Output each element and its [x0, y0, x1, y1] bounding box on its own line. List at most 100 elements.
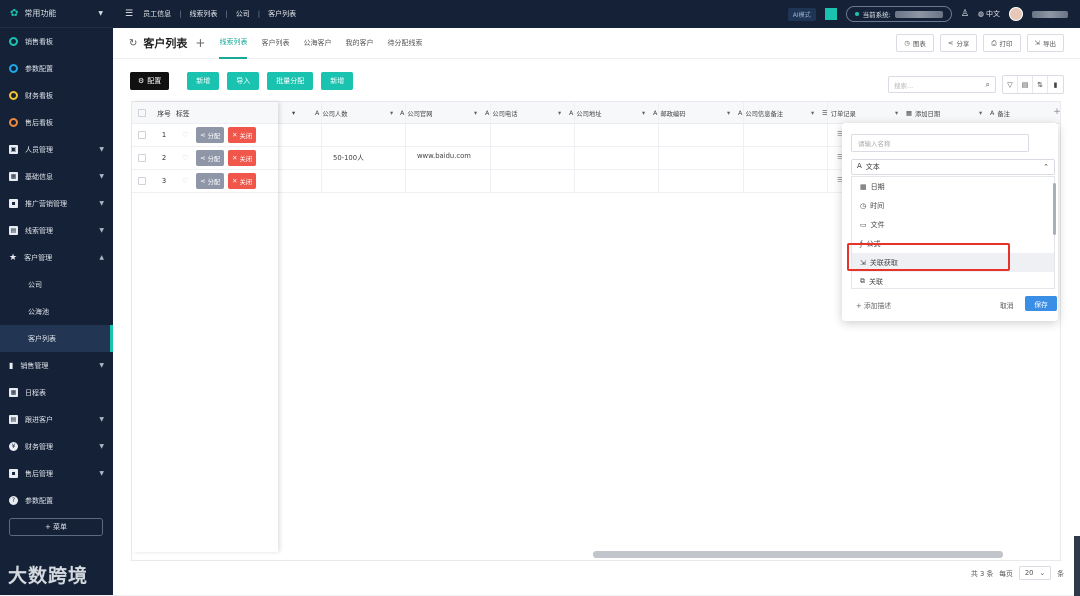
col-header-info-note[interactable]: A 公司信息备注 [738, 102, 783, 124]
add-menu-button[interactable]: + 菜单 [9, 518, 103, 536]
chevron-up-icon: ⌃ [1043, 163, 1049, 171]
add-column-icon[interactable]: + [1048, 101, 1066, 123]
sidebar-item-sales-board[interactable]: 销售看板 [0, 28, 113, 55]
horizontal-scrollbar[interactable] [593, 551, 1003, 558]
breadcrumb-item[interactable]: 公司 [236, 9, 250, 19]
option-time[interactable]: ◷ 时间 [852, 196, 1054, 215]
import-button[interactable]: 导入 [227, 72, 260, 90]
option-file[interactable]: ▭ 文件 [852, 215, 1054, 234]
sidebar-item-marketing[interactable]: ▪ 推广营销管理 ▼ [0, 190, 113, 217]
col-header-date[interactable]: ▦ 添加日期 [906, 102, 940, 124]
close-button[interactable]: ✕ 关闭 [228, 127, 257, 143]
search-icon[interactable]: ⌕ [986, 80, 990, 90]
add-button[interactable]: 新增 [187, 72, 220, 90]
option-date[interactable]: ▦ 日期 [852, 177, 1054, 196]
side-tab[interactable] [1074, 536, 1080, 596]
cancel-button[interactable]: 取消 [1000, 300, 1014, 310]
language-label: 中文 [986, 10, 1000, 18]
sidebar-item-basic-info[interactable]: ▦ 基础信息 ▼ [0, 163, 113, 190]
sidebar-item-public-pool[interactable]: 公海池 [0, 298, 113, 325]
avatar[interactable] [1009, 7, 1023, 21]
col-header-remark[interactable]: A 备注 [990, 102, 1010, 124]
sidebar-header[interactable]: ✿ 常用功能 ▼ [0, 0, 113, 28]
columns-icon[interactable]: ▤ [1018, 76, 1033, 93]
chevron-down-icon: ▼ [99, 173, 104, 180]
chevron-up-icon: ▲ [99, 254, 104, 261]
sidebar-item-leads[interactable]: ▤ 线索管理 ▼ [0, 217, 113, 244]
filter-icon[interactable]: ▽ [1003, 76, 1018, 93]
add-button-2[interactable]: 新增 [321, 72, 354, 90]
ai-mode-toggle[interactable] [824, 8, 837, 20]
table-row[interactable]: 3 ♡ ⋖ 分配 ✕ 关闭 [132, 170, 278, 193]
chart-icon[interactable]: ▮ [1048, 76, 1063, 93]
sidebar-item-aftersale-board[interactable]: 售后看板 [0, 109, 113, 136]
sidebar-item-company[interactable]: 公司 [0, 271, 113, 298]
col-header-employees[interactable]: A 公司人数 [315, 102, 348, 124]
sidebar-item-params[interactable]: ? 参数配置 [0, 487, 113, 514]
assign-button[interactable]: ⋖ 分配 [196, 150, 225, 166]
add-tab-icon[interactable]: + [195, 36, 205, 50]
app-logo-icon: ✿ [10, 8, 19, 19]
breadcrumb-item[interactable]: 线索列表 [189, 9, 217, 19]
table-row[interactable]: 1 ♡ ⋖ 分配 ✕ 关闭 [132, 124, 278, 147]
close-button[interactable]: ✕ 关闭 [228, 173, 257, 189]
batch-assign-button[interactable]: 批量分配 [267, 72, 314, 90]
row-checkbox[interactable] [138, 131, 146, 139]
close-button[interactable]: ✕ 关闭 [228, 150, 257, 166]
tab-pending-leads[interactable]: 待分配线索 [387, 28, 422, 59]
sidebar-item-followup[interactable]: ▤ 跟进客户 ▼ [0, 406, 113, 433]
tab-leads-list[interactable]: 线索列表 [219, 28, 248, 59]
printer-icon: ⎙ [991, 38, 997, 47]
refresh-icon[interactable]: ↻ [129, 38, 137, 49]
row-checkbox[interactable] [138, 154, 146, 162]
tab-my-customers[interactable]: 我的客户 [345, 28, 373, 59]
sidebar-item-aftersale[interactable]: ▪ 售后管理 ▼ [0, 460, 113, 487]
tag-icon[interactable]: ♡ [182, 177, 188, 185]
list-scrollbar[interactable] [1053, 183, 1056, 235]
col-header[interactable]: ▾ [292, 102, 295, 124]
page-size-select[interactable]: 20 ⌄ [1018, 566, 1052, 580]
sidebar-item-schedule[interactable]: ▦ 日程表 [0, 379, 113, 406]
row-checkbox[interactable] [138, 177, 146, 185]
sidebar-item-label: 公司 [28, 280, 42, 289]
assign-button[interactable]: ⋖ 分配 [196, 173, 225, 189]
current-system-selector[interactable]: 当前系统: [845, 6, 952, 22]
print-button[interactable]: ⎙ 打印 [983, 34, 1021, 52]
tag-icon[interactable]: ♡ [182, 131, 188, 139]
option-relation[interactable]: ⧉ 关联 [852, 272, 1054, 288]
sidebar-item-staff[interactable]: ▣ 人员管理 ▼ [0, 136, 113, 163]
select-all-checkbox[interactable] [138, 108, 146, 117]
sidebar-item-sales[interactable]: ▮ 销售管理 ▼ [0, 352, 113, 379]
tab-customer-list[interactable]: 客户列表 [261, 28, 289, 59]
field-type-select[interactable]: A 文本 ⌃ [851, 159, 1055, 175]
tab-public-customers[interactable]: 公海客户 [303, 28, 331, 59]
share-button[interactable]: ⋖ 分享 [939, 34, 978, 52]
chart-button[interactable]: ◷ 图表 [896, 34, 934, 52]
assign-button[interactable]: ⋖ 分配 [196, 127, 225, 143]
cell-employees: 50-100人 [333, 154, 364, 162]
sidebar-item-label: 跟进客户 [25, 415, 53, 424]
sidebar-item-param-config[interactable]: 参数配置 [0, 55, 113, 82]
search-input[interactable]: 搜索... ⌕ [888, 76, 996, 93]
sidebar-item-finance[interactable]: ¥ 财务管理 ▼ [0, 433, 113, 460]
config-button[interactable]: ⚙ 配置 [130, 72, 170, 90]
tag-icon[interactable]: ♡ [182, 154, 188, 162]
sidebar-item-finance-board[interactable]: 财务看板 [0, 82, 113, 109]
cell-website[interactable]: www.baidu.com [417, 152, 471, 160]
menu-toggle-icon[interactable]: ☰ [125, 9, 133, 19]
user-lock-icon[interactable]: ♙ [961, 9, 969, 19]
sort-icon[interactable]: ⇅ [1033, 76, 1048, 93]
breadcrumb-item[interactable]: 员工信息 [143, 9, 171, 19]
text-type-icon: A [990, 109, 995, 117]
add-description-link[interactable]: + 添加描述 [856, 300, 891, 310]
sidebar-item-customer-list[interactable]: 客户列表 [0, 325, 113, 352]
sidebar-item-label: 售后管理 [25, 469, 53, 478]
breadcrumb-item[interactable]: 客户列表 [268, 9, 296, 19]
table-row[interactable]: 2 ♡ ⋖ 分配 ✕ 关闭 [132, 147, 278, 170]
sidebar-item-customers[interactable]: ★ 客户管理 ▲ [0, 244, 113, 271]
language-switch[interactable]: ◍ 中文 [978, 9, 1000, 19]
blurred-username[interactable] [1032, 10, 1068, 18]
export-button[interactable]: ⇲ 导出 [1026, 34, 1064, 52]
field-name-input[interactable]: 请输入名称 [851, 134, 1029, 152]
save-button[interactable]: 保存 [1025, 296, 1057, 311]
